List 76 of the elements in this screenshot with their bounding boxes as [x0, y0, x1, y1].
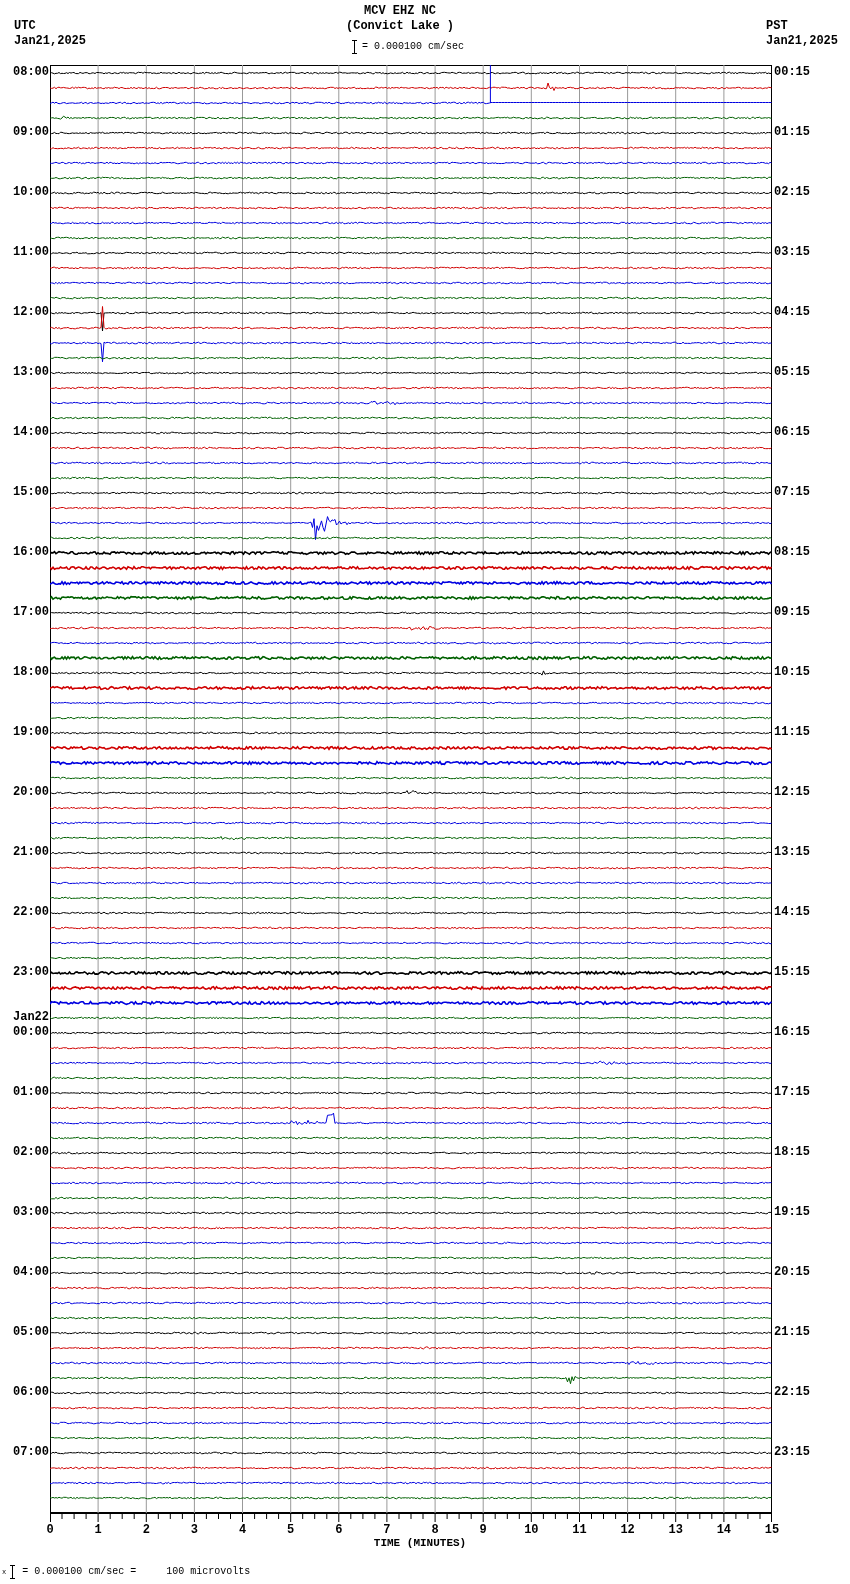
tick-label: 4 [238, 1523, 247, 1537]
hour-label: 11:00 [13, 245, 49, 260]
hour-label: 19:00 [13, 725, 49, 740]
hour-label: 20:00 [13, 785, 49, 800]
tick-label: 10 [524, 1523, 539, 1537]
time-zone-label: PST [766, 19, 789, 34]
hour-label: 04:00 [13, 1265, 49, 1280]
hour-label: 13:00 [13, 365, 49, 380]
hour-label: 09:15 [774, 605, 810, 620]
hour-label: 07:00 [13, 1445, 49, 1460]
hour-label: 08:15 [774, 545, 810, 560]
hour-label: 04:15 [774, 305, 810, 320]
hour-label: 06:00 [13, 1385, 49, 1400]
hour-label: 01:15 [774, 125, 810, 140]
scale-text: = 0.000100 cm/sec = 100 microvolts [22, 1565, 251, 1579]
hour-label: 19:15 [774, 1205, 810, 1220]
location-title: (Convict Lake ) [346, 19, 454, 34]
hour-label: 12:00 [13, 305, 49, 320]
hour-label: 07:15 [774, 485, 810, 500]
tick-label: 11 [572, 1523, 587, 1537]
hour-label: 23:15 [774, 1445, 810, 1460]
hour-label: 17:15 [774, 1085, 810, 1100]
hour-label: 10:15 [774, 665, 810, 680]
hour-label: 17:00 [13, 605, 49, 620]
hour-label: 13:15 [774, 845, 810, 860]
hour-label: 20:15 [774, 1265, 810, 1280]
tick-label: 15 [764, 1523, 780, 1537]
hour-label: 01:00 [13, 1085, 49, 1100]
tick-label: 6 [335, 1523, 343, 1537]
tick-label: 9 [479, 1523, 487, 1537]
hour-label: 18:00 [13, 665, 49, 680]
hour-label: 15:00 [13, 485, 49, 500]
tick-label: 7 [383, 1523, 391, 1537]
hour-label: 03:15 [774, 245, 810, 260]
hour-label: 02:00 [13, 1145, 49, 1160]
hour-label: 10:00 [13, 185, 49, 200]
hour-label: 00:00 [13, 1025, 49, 1040]
hour-label: 05:00 [13, 1325, 49, 1340]
hour-label: 08:00 [13, 65, 49, 80]
hour-label: 11:15 [774, 725, 810, 740]
hour-label: 00:15 [774, 65, 810, 80]
time-zone-label: UTC [14, 19, 37, 34]
hour-label: 18:15 [774, 1145, 810, 1160]
scale-bar-icon [10, 1564, 16, 1579]
hour-label: 16:00 [13, 545, 49, 560]
hour-label: 12:15 [774, 785, 810, 800]
hour-label: 14:15 [774, 905, 810, 920]
hour-label: 09:00 [13, 125, 49, 140]
tick-label: 13 [668, 1523, 683, 1537]
tick-label: 1 [94, 1523, 102, 1537]
hour-label: 16:15 [774, 1025, 810, 1040]
hour-label: 21:15 [774, 1325, 810, 1340]
tick-label: 3 [190, 1523, 198, 1537]
tick-label: 2 [142, 1523, 150, 1537]
scale-text: = 0.000100 cm/sec [362, 40, 465, 54]
tick-label: 12 [620, 1523, 635, 1537]
axis-title: TIME (MINUTES) [373, 1537, 467, 1550]
station-title: MCV EHZ NC [364, 4, 436, 19]
hour-label: 22:15 [774, 1385, 810, 1400]
hour-label: 14:00 [13, 425, 49, 440]
hour-label: 23:00 [13, 965, 49, 980]
tick-label: 8 [431, 1523, 439, 1537]
hour-label: 21:00 [13, 845, 49, 860]
date-label: Jan21,2025 [14, 34, 86, 49]
tick-label: 14 [716, 1523, 732, 1537]
tick-label: 0 [46, 1523, 54, 1537]
hour-label: 15:15 [774, 965, 810, 980]
hour-label: 22:00 [13, 905, 49, 920]
hour-label: 02:15 [774, 185, 810, 200]
hour-label: 06:15 [774, 425, 810, 440]
scale-bar-icon [352, 39, 357, 54]
hour-label: 05:15 [774, 365, 810, 380]
hour-label: 03:00 [13, 1205, 49, 1220]
date-label: Jan21,2025 [766, 34, 838, 49]
date-label: Jan22 [13, 1010, 49, 1025]
tick-label: 5 [287, 1523, 295, 1537]
